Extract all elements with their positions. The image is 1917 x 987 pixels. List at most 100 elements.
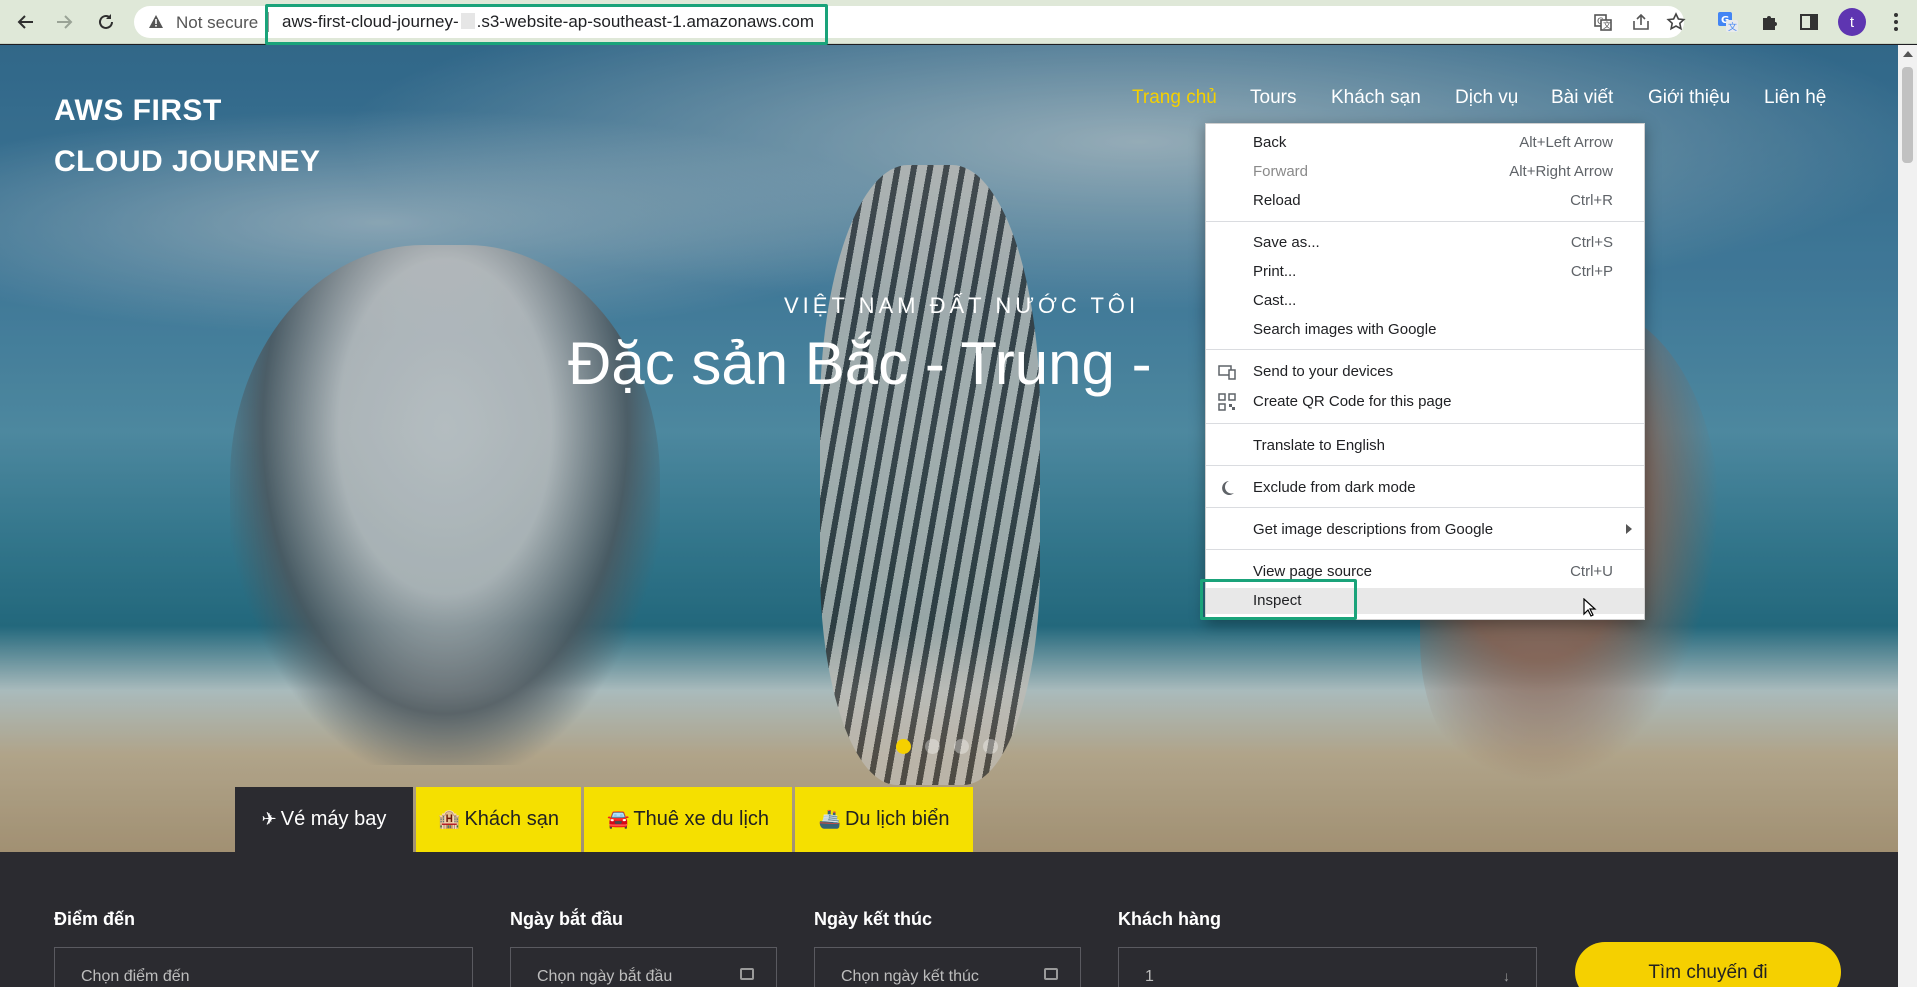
menu-item-qr-code[interactable]: Create QR Code for this page xyxy=(1206,389,1644,415)
security-status[interactable]: Not secure xyxy=(176,13,258,33)
menu-item-shortcut: Ctrl+P xyxy=(1570,263,1613,280)
page-scrollbar[interactable] xyxy=(1898,45,1917,987)
menu-item-shortcut: Ctrl+U xyxy=(1570,563,1613,580)
tab-label: Du lịch biển xyxy=(844,808,950,830)
menu-divider xyxy=(1206,423,1644,424)
chevron-down-icon: ↓ xyxy=(1503,968,1510,984)
tab-car-rental[interactable]: 🚘 Thuê xe du lịch xyxy=(584,787,792,852)
hero-subtitle: VIỆT NAM ĐẤT NƯỚC TÔI xyxy=(784,293,1140,318)
booking-tabs: ✈ Vé máy bay 🏨 Khách sạn 🚘 Thuê xe du lị… xyxy=(235,787,976,852)
svg-text:文: 文 xyxy=(1728,21,1737,33)
calendar-icon[interactable] xyxy=(1044,968,1058,980)
devices-icon xyxy=(1218,365,1236,380)
menu-item-label: Save as... xyxy=(1253,234,1320,251)
carousel-dot-2[interactable] xyxy=(925,739,940,754)
nav-tours[interactable]: Tours xyxy=(1250,87,1296,109)
menu-item-image-descriptions[interactable]: Get image descriptions from Google xyxy=(1206,517,1644,543)
menu-item-label: Translate to English xyxy=(1253,437,1386,454)
google-translate-extension-icon[interactable]: G文 xyxy=(1716,10,1740,34)
menu-item-cast[interactable]: Cast... xyxy=(1206,288,1644,314)
warning-icon[interactable] xyxy=(148,14,164,30)
reload-icon[interactable] xyxy=(92,8,120,36)
forward-arrow-icon[interactable] xyxy=(50,8,78,36)
mouse-cursor-icon xyxy=(1583,598,1597,617)
svg-text:文: 文 xyxy=(1603,20,1611,30)
guests-select[interactable]: 1 ↓ xyxy=(1118,947,1537,987)
carousel-dot-4[interactable] xyxy=(983,739,998,754)
back-arrow-icon[interactable] xyxy=(12,8,40,36)
tab-label: Thuê xe du lịch xyxy=(633,808,770,830)
menu-item-shortcut: Ctrl+R xyxy=(1570,192,1613,209)
calendar-icon[interactable] xyxy=(740,968,754,980)
car-icon: 🚘 xyxy=(606,809,630,829)
carousel-dot-3[interactable] xyxy=(954,739,969,754)
ship-icon: 🚢 xyxy=(818,809,841,829)
side-panel-icon[interactable] xyxy=(1797,10,1821,34)
menu-item-send-to-devices[interactable]: Send to your devices xyxy=(1206,359,1644,385)
nav-services[interactable]: Dịch vụ xyxy=(1455,87,1518,109)
nav-home[interactable]: Trang chủ xyxy=(1132,87,1217,109)
context-menu: Back Alt+Left Arrow Forward Alt+Right Ar… xyxy=(1205,123,1645,620)
menu-divider xyxy=(1206,465,1644,466)
menu-item-shortcut: Alt+Left Arrow xyxy=(1519,134,1613,151)
menu-item-forward[interactable]: Forward Alt+Right Arrow xyxy=(1206,159,1644,185)
end-date-field[interactable]: Chọn ngày kết thúc xyxy=(814,947,1081,987)
nav-hotels[interactable]: Khách sạn xyxy=(1331,87,1421,109)
end-date-label: Ngày kết thúc xyxy=(814,909,933,929)
menu-item-label: Back xyxy=(1253,134,1287,151)
menu-item-label: Get image descriptions from Google xyxy=(1253,521,1494,538)
find-trip-button[interactable]: Tìm chuyến đi xyxy=(1575,942,1841,987)
menu-item-save-as[interactable]: Save as... Ctrl+S xyxy=(1206,230,1644,256)
submenu-arrow-icon xyxy=(1626,524,1632,534)
scroll-up-icon[interactable] xyxy=(1903,51,1913,57)
bookmark-star-icon[interactable] xyxy=(1666,12,1686,32)
plane-icon: ✈ xyxy=(261,809,277,829)
menu-item-label: Print... xyxy=(1253,263,1297,280)
guests-value: 1 xyxy=(1145,968,1154,985)
destination-select[interactable]: Chọn điểm đến xyxy=(54,947,473,987)
menu-item-shortcut: Ctrl+S xyxy=(1570,234,1613,251)
nav-about[interactable]: Giới thiệu xyxy=(1648,87,1730,109)
menu-item-label: Cast... xyxy=(1253,292,1297,309)
menu-item-label: Search images with Google xyxy=(1253,321,1437,338)
profile-avatar[interactable]: t xyxy=(1838,8,1866,36)
menu-item-reload[interactable]: Reload Ctrl+R xyxy=(1206,188,1644,214)
start-date-label: Ngày bắt đầu xyxy=(510,909,624,929)
browser-toolbar: Not secure aws-first-cloud-journey- .s3-w… xyxy=(0,0,1917,45)
menu-item-print[interactable]: Print... Ctrl+P xyxy=(1206,259,1644,285)
qr-code-icon xyxy=(1218,393,1236,411)
destination-label: Điểm đến xyxy=(54,909,136,929)
menu-item-search-images[interactable]: Search images with Google xyxy=(1206,317,1644,343)
carousel-dot-1[interactable] xyxy=(896,739,911,754)
share-icon[interactable] xyxy=(1631,12,1651,32)
menu-item-back[interactable]: Back Alt+Left Arrow xyxy=(1206,130,1644,156)
destination-placeholder: Chọn điểm đến xyxy=(81,968,190,985)
tab-hotels[interactable]: 🏨 Khách sạn xyxy=(416,787,581,852)
translate-icon[interactable]: G文 xyxy=(1593,12,1613,32)
menu-item-label: Create QR Code for this page xyxy=(1253,393,1452,410)
menu-divider xyxy=(1206,549,1644,550)
carousel-indicators xyxy=(896,739,998,754)
guests-label: Khách hàng xyxy=(1118,909,1222,929)
url-highlight-box xyxy=(265,4,828,45)
hotel-icon: 🏨 xyxy=(438,809,461,829)
extensions-puzzle-icon[interactable] xyxy=(1758,10,1782,34)
menu-item-label: Exclude from dark mode xyxy=(1253,479,1416,496)
scroll-thumb[interactable] xyxy=(1902,67,1913,163)
menu-item-translate[interactable]: Translate to English xyxy=(1206,433,1644,459)
tab-label: Khách sạn xyxy=(464,808,559,830)
start-date-field[interactable]: Chọn ngày bắt đầu xyxy=(510,947,777,987)
tab-flights[interactable]: ✈ Vé máy bay xyxy=(235,787,413,852)
inspect-highlight-box xyxy=(1200,579,1357,620)
menu-item-exclude-dark-mode[interactable]: Exclude from dark mode xyxy=(1206,475,1644,501)
menu-item-shortcut: Alt+Right Arrow xyxy=(1509,163,1613,180)
end-date-placeholder: Chọn ngày kết thúc xyxy=(841,968,979,985)
nav-articles[interactable]: Bài viết xyxy=(1551,87,1613,109)
menu-item-label: Reload xyxy=(1253,192,1301,209)
dark-mode-icon xyxy=(1222,481,1234,495)
menu-divider xyxy=(1206,349,1644,350)
kebab-menu-icon[interactable] xyxy=(1886,10,1906,34)
nav-contact[interactable]: Liên hệ xyxy=(1764,87,1826,109)
main-nav: Trang chủ Tours Khách sạn Dịch vụ Bài vi… xyxy=(0,87,1898,117)
tab-sea-travel[interactable]: 🚢 Du lịch biển xyxy=(795,787,973,852)
